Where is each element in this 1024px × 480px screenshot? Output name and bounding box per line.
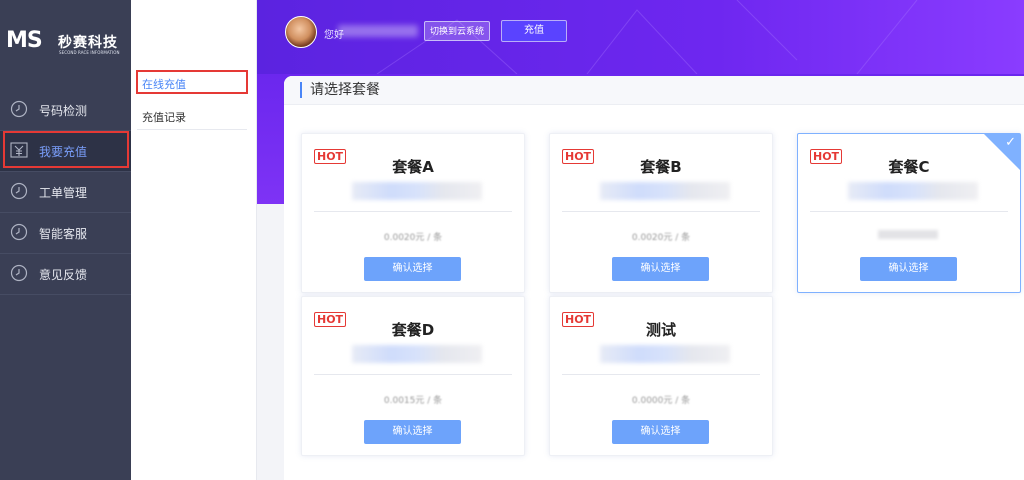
package-card[interactable]: HOT 测试 0.0000元 / 条 确认选择 (549, 296, 773, 456)
clock-icon (10, 100, 28, 118)
package-name: 测试 (645, 321, 676, 339)
sidebar-item-tickets[interactable]: 工单管理 (0, 172, 131, 213)
switch-cloud-button[interactable]: 切换到云系统 (424, 21, 490, 41)
card-divider (810, 211, 1008, 212)
recharge-button[interactable]: 充值 (501, 20, 567, 42)
sidebar-item-feedback[interactable]: 意见反馈 (0, 254, 131, 295)
subnav-item-label: 充值记录 (142, 111, 186, 124)
avatar[interactable] (285, 16, 317, 48)
sidebar-item-recharge[interactable]: 我要充值 (0, 131, 131, 172)
yuan-icon (10, 142, 28, 158)
package-price: 0.0020元 / 条 (631, 233, 691, 243)
sidebar-item-label: 我要充值 (39, 145, 88, 159)
subnav-item-online-recharge[interactable]: 在线充值 (136, 70, 248, 94)
username-blurred (338, 25, 418, 37)
sidebar-item-label: 意见反馈 (39, 268, 88, 282)
card-divider (562, 374, 760, 375)
sidebar-item-label: 号码检测 (39, 104, 88, 118)
panel-header: 请选择套餐 (284, 76, 1024, 105)
package-price: 0.0000元 / 条 (631, 396, 691, 406)
left-sidebar: MS 秒赛科技 SECOND RACE INFORMATION 号码检测 我要充… (0, 0, 131, 480)
logo-mark: MS (6, 28, 43, 53)
sidebar-item-label: 工单管理 (39, 186, 88, 200)
package-card-selected[interactable]: ✓ HOT 套餐C 确认选择 (797, 133, 1021, 293)
sidebar-item-label: 智能客服 (39, 227, 88, 241)
sidebar-item-support[interactable]: 智能客服 (0, 213, 131, 254)
package-price: 0.0020元 / 条 (383, 233, 443, 243)
card-divider (314, 374, 512, 375)
logo: MS 秒赛科技 SECOND RACE INFORMATION (6, 30, 128, 56)
clock-icon (10, 182, 28, 200)
online-recharge-highlight-box (136, 70, 248, 94)
package-price: 0.0015元 / 条 (383, 396, 443, 406)
confirm-select-button[interactable]: 确认选择 (612, 257, 709, 281)
page-title: 请选择套餐 (300, 82, 380, 98)
check-icon: ✓ (1005, 135, 1016, 150)
package-desc-blurred (600, 182, 730, 200)
confirm-select-button[interactable]: 确认选择 (364, 257, 461, 281)
logo-subtitle: SECOND RACE INFORMATION (59, 50, 120, 55)
sidebar-item-number-check[interactable]: 号码检测 (0, 90, 131, 131)
logo-name: 秒赛科技 (58, 35, 118, 51)
package-desc-blurred (848, 182, 978, 200)
header-bar (257, 0, 1024, 74)
confirm-select-button[interactable]: 确认选择 (364, 420, 461, 444)
confirm-select-button[interactable]: 确认选择 (612, 420, 709, 444)
confirm-select-button[interactable]: 确认选择 (860, 257, 957, 281)
package-desc-blurred (600, 345, 730, 363)
package-panel: 请选择套餐 HOT 套餐A 0.0020元 / 条 确认选择 HOT 套餐B 0… (284, 76, 1024, 480)
subnav-item-recharge-records[interactable]: 充值记录 (137, 101, 247, 130)
package-card[interactable]: HOT 套餐A 0.0020元 / 条 确认选择 (301, 133, 525, 293)
card-divider (562, 211, 760, 212)
package-desc-blurred (352, 345, 482, 363)
clock-icon (10, 264, 28, 282)
package-name: 套餐A (392, 158, 434, 176)
package-name: 套餐D (391, 321, 435, 339)
package-name: 套餐B (640, 158, 682, 176)
package-card[interactable]: HOT 套餐D 0.0015元 / 条 确认选择 (301, 296, 525, 456)
package-name: 套餐C (888, 158, 930, 176)
header-pattern (376, 0, 918, 74)
package-desc-blurred (352, 182, 482, 200)
package-price-blurred (878, 230, 938, 239)
clock-icon (10, 223, 28, 241)
card-divider (314, 211, 512, 212)
package-card[interactable]: HOT 套餐B 0.0020元 / 条 确认选择 (549, 133, 773, 293)
